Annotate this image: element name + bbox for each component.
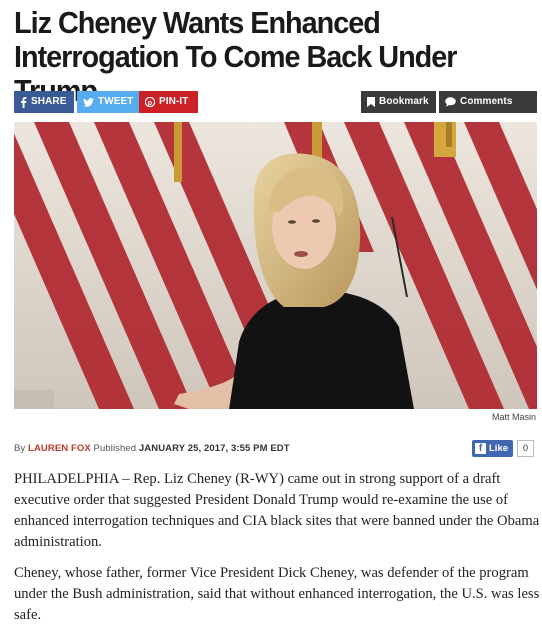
comments-button[interactable]: Comments [439,91,537,113]
facebook-share-button[interactable]: SHARE [14,91,74,113]
comments-label: Comments [460,96,513,107]
twitter-icon [83,97,94,107]
facebook-share-label: SHARE [31,96,67,107]
bookmark-icon [367,97,375,107]
svg-text:p: p [148,100,152,107]
article-paragraph: PHILADELPHIA – Rep. Liz Cheney (R-WY) ca… [14,471,540,550]
published-label: Published [93,443,137,454]
like-count: 0 [517,440,535,457]
bookmark-label: Bookmark [379,96,429,107]
facebook-like-button[interactable]: f Like [472,440,514,457]
flag-backdrop-image [14,122,537,409]
article-paragraph: Cheney, whose father, former Vice Presid… [14,565,540,623]
byline-prefix: By [14,443,26,454]
twitter-share-label: TWEET [98,96,134,107]
author-link[interactable]: LAUREN FOX [28,443,91,454]
twitter-share-button[interactable]: TWEET [77,91,145,113]
share-bar: SHARE TWEET p PIN-IT Bookmark Comments [14,91,537,113]
facebook-like-widget: f Like 0 [472,440,535,457]
byline: By LAUREN FOX Published JANUARY 25, 2017… [14,443,290,454]
photo-credit: Matt Masin [491,412,536,422]
like-label: Like [489,443,509,454]
facebook-icon [20,96,27,108]
comment-icon [445,97,456,107]
pinterest-icon: p [145,97,155,107]
bookmark-button[interactable]: Bookmark [361,91,436,113]
pinterest-share-button[interactable]: p PIN-IT [139,91,198,113]
publish-date: JANUARY 25, 2017, 3:55 PM EDT [138,443,290,454]
pinterest-share-label: PIN-IT [159,96,189,107]
facebook-icon: f [475,443,486,454]
article-photo [14,122,537,409]
